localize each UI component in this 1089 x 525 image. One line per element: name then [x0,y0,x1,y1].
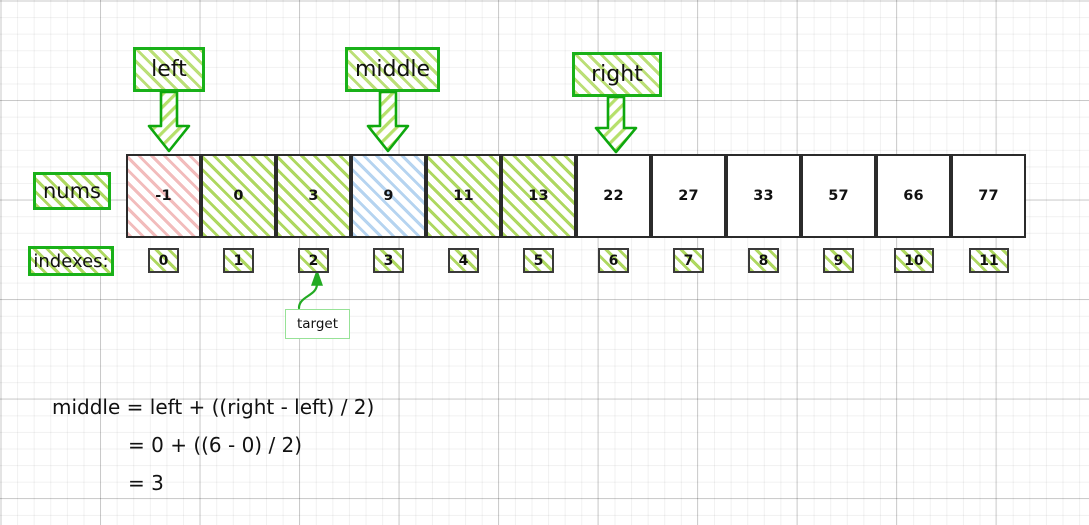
index-box[interactable]: 9 [823,248,854,273]
array-cell-value: 13 [528,188,549,204]
index-value: 7 [683,252,694,269]
nums-label-text: nums [42,179,102,203]
array-cell-value: 27 [678,188,699,204]
array-cell[interactable]: 33 [726,154,801,238]
diagram-canvas: nums indexes: left middle right -1 0 3 9… [0,0,1089,525]
right-arrow-icon [594,95,638,154]
index-box[interactable]: 5 [523,248,554,273]
index-value: 1 [233,252,244,269]
nums-label: nums [33,172,111,210]
left-pointer-label: left [133,47,205,92]
target-arrow-icon [297,268,323,310]
array-cell[interactable]: 77 [951,154,1026,238]
array-cell-value: 33 [753,188,774,204]
index-box[interactable]: 2 [298,248,329,273]
index-box[interactable]: 4 [448,248,479,273]
right-pointer-text: right [591,62,643,87]
array-cell[interactable]: 57 [801,154,876,238]
index-box[interactable]: 6 [598,248,629,273]
formula-line-1: middle = left + ((right - left) / 2) [52,395,375,419]
index-value: 3 [383,252,394,269]
array-cell-value: 66 [903,188,924,204]
formula-line-2: = 0 + ((6 - 0) / 2) [128,433,303,457]
index-box[interactable]: 7 [673,248,704,273]
indexes-label-text: indexes: [33,250,109,272]
array-cell[interactable]: -1 [126,154,201,238]
index-box[interactable]: 0 [148,248,179,273]
target-label: target [285,309,350,339]
array-cell-value: 9 [383,188,394,204]
middle-pointer-text: middle [354,57,431,82]
array-cell[interactable]: 22 [576,154,651,238]
index-value: 10 [904,252,924,269]
array-cell-value: 0 [233,188,244,204]
index-box[interactable]: 3 [373,248,404,273]
index-value: 0 [158,252,169,269]
index-value: 9 [833,252,844,269]
array-cell-value: 77 [978,188,999,204]
index-value: 2 [308,252,319,269]
array-cell[interactable]: 27 [651,154,726,238]
array-cell[interactable]: 13 [501,154,576,238]
array-cell[interactable]: 11 [426,154,501,238]
array-cell-value: 11 [453,188,474,204]
array-cell-value: 57 [828,188,849,204]
formula-line-3: = 3 [128,471,164,495]
array-cell[interactable]: 3 [276,154,351,238]
index-box[interactable]: 8 [748,248,779,273]
indexes-label: indexes: [28,246,114,276]
middle-formula-block: middle = left + ((right - left) / 2) = 0… [52,388,374,502]
middle-arrow-icon [366,90,410,153]
array-cell-value: 22 [603,188,624,204]
index-value: 6 [608,252,619,269]
array-cell[interactable]: 9 [351,154,426,238]
index-box[interactable]: 1 [223,248,254,273]
array-cell-value: 3 [308,188,319,204]
index-value: 8 [758,252,769,269]
right-pointer-label: right [572,52,662,97]
index-value: 4 [458,252,469,269]
middle-pointer-label: middle [345,47,440,92]
target-label-text: target [296,316,339,332]
array-cell[interactable]: 0 [201,154,276,238]
index-value: 11 [979,252,999,269]
array-cell[interactable]: 66 [876,154,951,238]
index-value: 5 [533,252,544,269]
left-arrow-icon [147,90,191,153]
array-cell-value: -1 [155,188,172,204]
index-box[interactable]: 10 [894,248,934,273]
left-pointer-text: left [151,57,187,82]
index-box[interactable]: 11 [969,248,1009,273]
